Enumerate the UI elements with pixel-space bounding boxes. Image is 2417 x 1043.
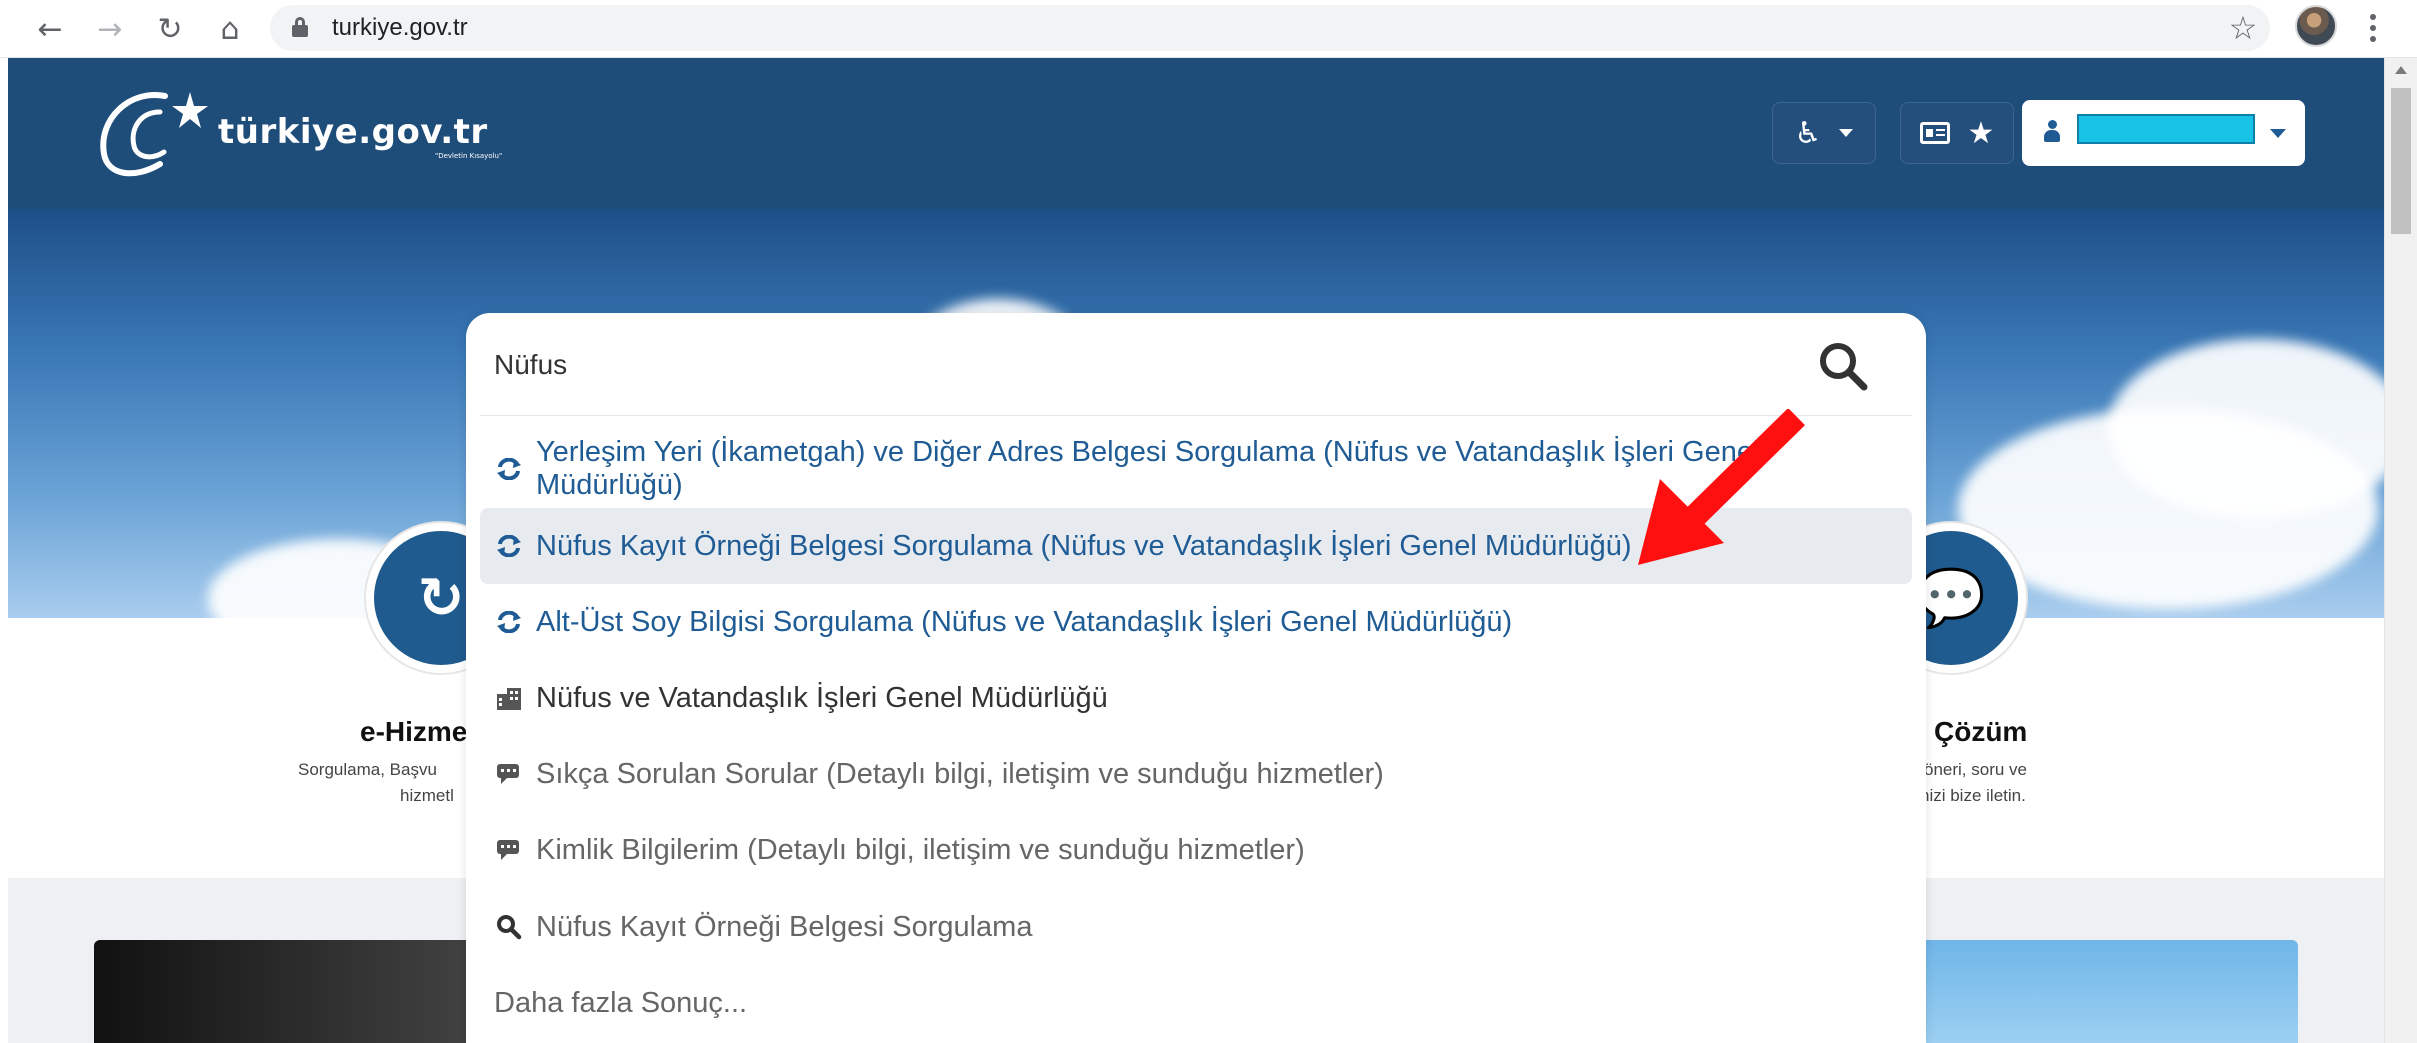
search-result-item[interactable]: Nüfus Kayıt Örneği Belgesi Sorgulama	[480, 889, 1912, 965]
lock-icon	[292, 17, 308, 37]
back-button[interactable]: ←	[26, 5, 74, 53]
star-icon: ★	[1967, 115, 1995, 151]
id-card-icon	[1919, 122, 1950, 144]
search-result-label: Alt-Üst Soy Bilgisi Sorgulama (Nüfus ve …	[536, 605, 1513, 638]
page-scrollbar[interactable]	[2384, 58, 2417, 1043]
address-bar[interactable]: turkiye.gov.tr	[270, 5, 2270, 51]
search-result-label: Nüfus ve Vatandaşlık İşleri Genel Müdürl…	[536, 681, 1108, 714]
e-services-desc-2: hizmetl	[400, 786, 454, 805]
browser-toolbar: ← → ↻ ⌂ turkiye.gov.tr ☆	[0, 0, 2417, 58]
accessibility-icon: ♿	[1794, 115, 1822, 151]
search-result-label: Nüfus Kayıt Örneği Belgesi Sorgulama (Nü…	[536, 529, 1632, 562]
site-header: türkiye.gov.tr "Devletin Kısayolu" ♿ ★	[8, 58, 2384, 209]
reload-icon: ↻	[157, 11, 183, 47]
bookmark-star-button[interactable]: ☆	[2220, 5, 2266, 51]
user-icon	[2044, 120, 2060, 144]
chevron-down-icon	[1839, 129, 1854, 137]
search-result-item[interactable]: Nüfus ve Vatandaşlık İşleri Genel Müdürl…	[480, 660, 1912, 736]
forward-button[interactable]: →	[86, 5, 134, 53]
red-annotation-arrow-icon	[1638, 409, 1805, 565]
service-refresh-icon	[494, 607, 524, 637]
back-arrow-icon: ←	[37, 11, 63, 47]
promo-card[interactable]	[1898, 940, 2298, 1043]
scrollbar-thumb[interactable]	[2391, 88, 2411, 234]
service-refresh-icon	[494, 531, 524, 561]
user-name-redacted	[2077, 114, 2255, 144]
home-button[interactable]: ⌂	[206, 5, 254, 53]
site-logo[interactable]: türkiye.gov.tr "Devletin Kısayolu"	[90, 84, 510, 184]
profile-avatar[interactable]	[2295, 5, 2337, 47]
id-card-favorites-button[interactable]: ★	[1900, 102, 2014, 164]
more-results-link[interactable]: Daha fazla Sonuç...	[480, 965, 1912, 1041]
chat-icon	[494, 759, 524, 789]
building-icon	[494, 683, 524, 713]
search-result-label: Sıkça Sorulan Sorular (Detaylı bilgi, il…	[536, 757, 1384, 790]
address-url: turkiye.gov.tr	[332, 14, 468, 41]
search-result-item[interactable]: Kimlik Bilgilerim (Detaylı bilgi, iletiş…	[480, 812, 1912, 888]
browser-menu-button[interactable]	[2355, 8, 2391, 48]
logo-text: türkiye.gov.tr	[218, 112, 488, 152]
logo-subtitle: "Devletin Kısayolu"	[435, 152, 503, 160]
e-services-title[interactable]: e-Hizme	[360, 716, 467, 748]
search-icon	[494, 912, 524, 942]
star-icon: ☆	[2228, 9, 2258, 47]
accessibility-button[interactable]: ♿	[1772, 102, 1876, 164]
search-result-item[interactable]: Sıkça Sorulan Sorular (Detaylı bilgi, il…	[480, 736, 1912, 812]
scroll-up-arrow-icon[interactable]	[2395, 66, 2407, 74]
search-input[interactable]	[494, 345, 1744, 385]
chevron-down-icon	[2270, 129, 2286, 138]
solution-desc-2: nizi bize iletin.	[1920, 786, 2026, 805]
search-result-label: Kimlik Bilgilerim (Detaylı bilgi, iletiş…	[536, 833, 1305, 866]
service-refresh-icon	[494, 454, 524, 484]
solution-title[interactable]: Çözüm	[1934, 716, 2027, 748]
logo-crescent-icon	[100, 91, 208, 177]
reload-button[interactable]: ↻	[146, 5, 194, 53]
more-results-label: Daha fazla Sonuç...	[494, 986, 748, 1019]
user-account-menu[interactable]	[2022, 100, 2305, 166]
search-result-item[interactable]: Alt-Üst Soy Bilgisi Sorgulama (Nüfus ve …	[480, 584, 1912, 660]
solution-desc-1: öneri, soru ve	[1924, 760, 2027, 779]
home-icon: ⌂	[220, 11, 240, 47]
e-services-desc-1: Sorgulama, Başvu	[298, 760, 437, 779]
chat-icon	[494, 835, 524, 865]
search-result-label: Nüfus Kayıt Örneği Belgesi Sorgulama	[536, 910, 1033, 943]
forward-arrow-icon: →	[97, 11, 123, 47]
search-icon[interactable]	[1816, 339, 1872, 395]
